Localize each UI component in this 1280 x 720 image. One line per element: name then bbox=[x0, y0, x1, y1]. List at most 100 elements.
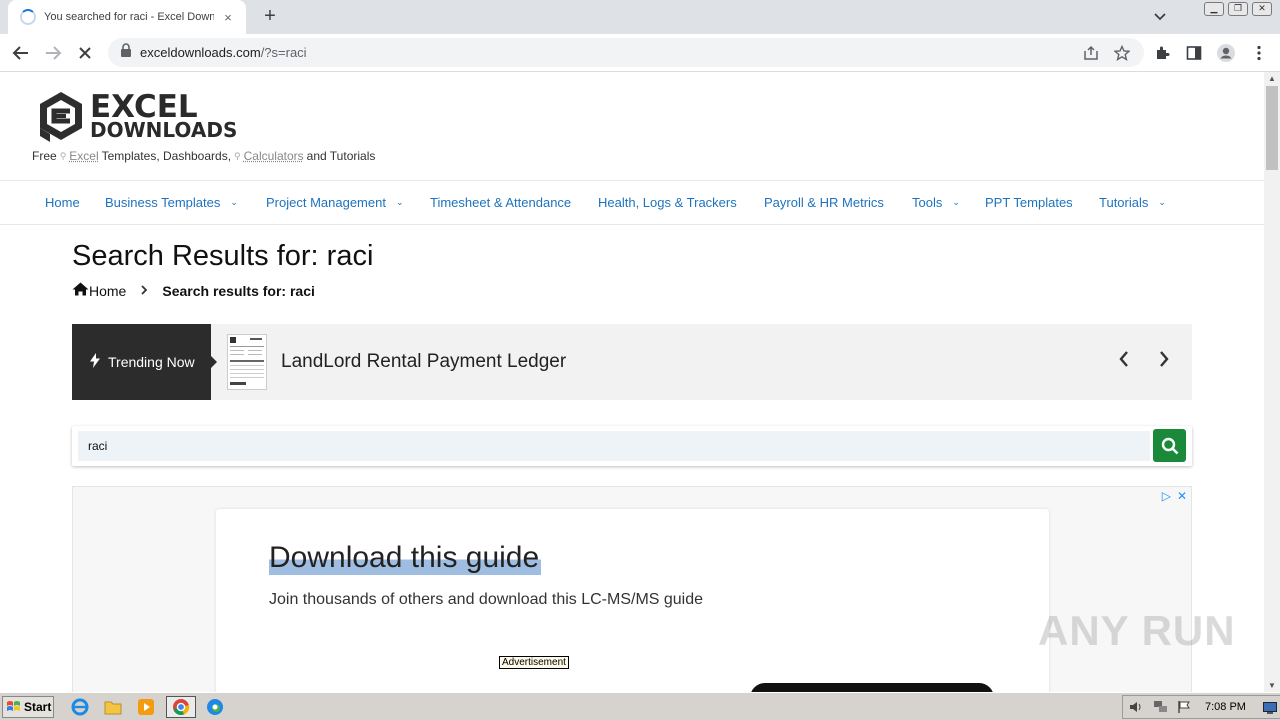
new-tab-button[interactable]: + bbox=[258, 5, 282, 29]
internet-explorer-icon[interactable] bbox=[68, 696, 92, 718]
tagline-calculators-link[interactable]: Calculators bbox=[244, 149, 304, 163]
profile-avatar-icon[interactable] bbox=[1215, 42, 1237, 64]
back-arrow-icon[interactable] bbox=[10, 42, 32, 64]
file-explorer-icon[interactable] bbox=[101, 696, 125, 718]
side-panel-icon[interactable] bbox=[1183, 42, 1205, 64]
nav-item-label: Payroll & HR Metrics bbox=[764, 195, 884, 210]
media-player-icon[interactable] bbox=[134, 696, 158, 718]
trending-prev-icon[interactable] bbox=[1118, 350, 1130, 374]
lightning-bolt-icon bbox=[90, 353, 100, 371]
ad-choices: ▷ ✕ bbox=[1162, 489, 1187, 503]
breadcrumb: Home Search results for: raci bbox=[72, 282, 315, 299]
tab-close-icon[interactable]: × bbox=[220, 10, 236, 25]
nav-item-label: Tools bbox=[912, 195, 943, 210]
url-text: exceldownloads.com/?s=raci bbox=[140, 45, 307, 60]
nav-item-business-templates[interactable]: Business Templates ⌄ bbox=[105, 195, 238, 210]
start-button[interactable]: Start bbox=[2, 696, 54, 718]
tagline-excel-link[interactable]: Excel bbox=[69, 149, 98, 163]
anyrun-watermark: ANY RUN bbox=[1038, 607, 1236, 654]
forward-arrow-icon[interactable] bbox=[42, 42, 64, 64]
nav-item-tutorials[interactable]: Tutorials ⌄ bbox=[1099, 195, 1166, 210]
logo-text-downloads: DOWNLOADS bbox=[90, 118, 238, 143]
lock-icon[interactable] bbox=[120, 43, 132, 62]
network-icon[interactable] bbox=[1153, 700, 1169, 719]
nav-item-home[interactable]: Home bbox=[45, 195, 80, 210]
scroll-down-arrow-icon[interactable]: ▼ bbox=[1268, 681, 1276, 690]
nav-item-label: Health, Logs & Trackers bbox=[598, 195, 737, 210]
main-nav: Home Business Templates ⌄ Project Managem… bbox=[0, 180, 1264, 225]
page-viewport: EXCEL DOWNLOADS Free ⚲ Excel Templates, … bbox=[0, 72, 1264, 692]
advertisement-label: Advertisement bbox=[499, 656, 569, 669]
stop-loading-icon[interactable] bbox=[74, 42, 96, 64]
nav-item-ppt-templates[interactable]: PPT Templates bbox=[985, 195, 1073, 210]
tagline-end: and Tutorials bbox=[306, 149, 376, 163]
nav-item-label: PPT Templates bbox=[985, 195, 1073, 210]
ad-card[interactable]: Download this guide Join thousands of ot… bbox=[216, 509, 1049, 692]
site-logo[interactable]: EXCEL DOWNLOADS bbox=[36, 90, 237, 142]
adchoices-icon[interactable]: ▷ bbox=[1162, 489, 1171, 503]
chevron-down-icon: ⌄ bbox=[952, 197, 960, 207]
taskbar-clock[interactable]: 7:08 PM bbox=[1205, 701, 1246, 713]
small-search-icon: ⚲ bbox=[234, 150, 241, 161]
nav-item-tools[interactable]: Tools ⌄ bbox=[912, 195, 960, 210]
chevron-right-icon bbox=[140, 283, 148, 298]
ad-cta-button[interactable] bbox=[750, 683, 994, 692]
close-window-icon[interactable]: ✕ bbox=[1252, 2, 1272, 16]
search-input[interactable] bbox=[78, 431, 1150, 461]
ad-subtext: Join thousands of others and download th… bbox=[269, 591, 704, 608]
scrollbar-thumb[interactable] bbox=[1266, 86, 1278, 170]
nav-item-timesheet-attendance[interactable]: Timesheet & Attendance bbox=[430, 195, 571, 210]
tab-title: You searched for raci - Excel Downlo bbox=[44, 11, 214, 23]
tab-search-chevron-icon[interactable] bbox=[1150, 8, 1170, 26]
start-label: Start bbox=[24, 700, 52, 714]
scroll-up-arrow-icon[interactable]: ▲ bbox=[1268, 74, 1276, 83]
chevron-down-icon: ⌄ bbox=[395, 197, 404, 207]
tagline-mid: Templates, Dashboards, bbox=[101, 149, 232, 163]
edge-icon[interactable] bbox=[203, 696, 227, 718]
trending-thumbnail-image[interactable] bbox=[227, 334, 267, 390]
trending-next-icon[interactable] bbox=[1158, 350, 1170, 374]
volume-icon[interactable] bbox=[1129, 700, 1143, 719]
browser-tab[interactable]: You searched for raci - Excel Downlo × bbox=[8, 0, 246, 34]
nav-item-project-management[interactable]: Project Management ⌄ bbox=[266, 195, 404, 210]
windows-logo-icon bbox=[7, 701, 20, 711]
loading-spinner-icon bbox=[20, 9, 36, 25]
nav-item-label: Tutorials bbox=[1099, 195, 1149, 210]
search-form bbox=[72, 426, 1192, 466]
ad-close-icon[interactable]: ✕ bbox=[1177, 489, 1187, 503]
address-bar[interactable]: exceldownloads.com/?s=raci bbox=[108, 38, 1144, 67]
window-controls: ▁ ❐ ✕ bbox=[1204, 2, 1272, 16]
search-submit-button[interactable] bbox=[1153, 429, 1186, 462]
page-title: Search Results for: raci bbox=[72, 240, 374, 272]
small-search-icon: ⚲ bbox=[59, 150, 67, 161]
nav-item-payroll-hr-metrics[interactable]: Payroll & HR Metrics bbox=[764, 195, 884, 210]
windows-taskbar: Start 7:08 PM bbox=[0, 692, 1280, 720]
chevron-down-icon: ⌄ bbox=[230, 197, 238, 207]
trending-label-text: Trending Now bbox=[108, 354, 195, 370]
page-scrollbar[interactable]: ▲ ▼ bbox=[1264, 72, 1280, 692]
share-icon[interactable] bbox=[1080, 42, 1102, 64]
site-tagline: Free ⚲ Excel Templates, Dashboards, ⚲ Ca… bbox=[32, 149, 375, 163]
nav-item-label: Business Templates bbox=[105, 195, 221, 210]
nav-item-label: Home bbox=[45, 195, 80, 210]
nav-item-health-logs-trackers[interactable]: Health, Logs & Trackers bbox=[598, 195, 737, 210]
url-path: /?s=raci bbox=[260, 45, 307, 60]
nav-item-label: Project Management bbox=[266, 195, 386, 210]
restore-window-icon[interactable]: ❐ bbox=[1228, 2, 1248, 16]
ad-headline: Download this guide bbox=[269, 541, 542, 575]
show-desktop-icon[interactable] bbox=[1263, 701, 1277, 719]
home-icon[interactable] bbox=[72, 282, 89, 299]
bookmark-star-icon[interactable] bbox=[1111, 42, 1133, 64]
browser-tab-strip: You searched for raci - Excel Downlo × +… bbox=[0, 0, 1280, 34]
trending-label: Trending Now bbox=[72, 324, 211, 400]
minimize-window-icon[interactable]: ▁ bbox=[1204, 2, 1224, 16]
extensions-puzzle-icon[interactable] bbox=[1151, 42, 1173, 64]
trending-headline-link[interactable]: LandLord Rental Payment Ledger bbox=[281, 351, 566, 373]
chrome-taskbar-icon[interactable] bbox=[166, 696, 196, 718]
chrome-menu-icon[interactable] bbox=[1248, 42, 1270, 64]
excel-downloads-logo-icon bbox=[40, 92, 82, 142]
action-center-flag-icon[interactable] bbox=[1177, 700, 1191, 719]
chevron-down-icon: ⌄ bbox=[1158, 197, 1166, 207]
advertisement-frame: ▷ ✕ Download this guide Join thousands o… bbox=[72, 486, 1192, 692]
breadcrumb-home-link[interactable]: Home bbox=[89, 283, 126, 299]
